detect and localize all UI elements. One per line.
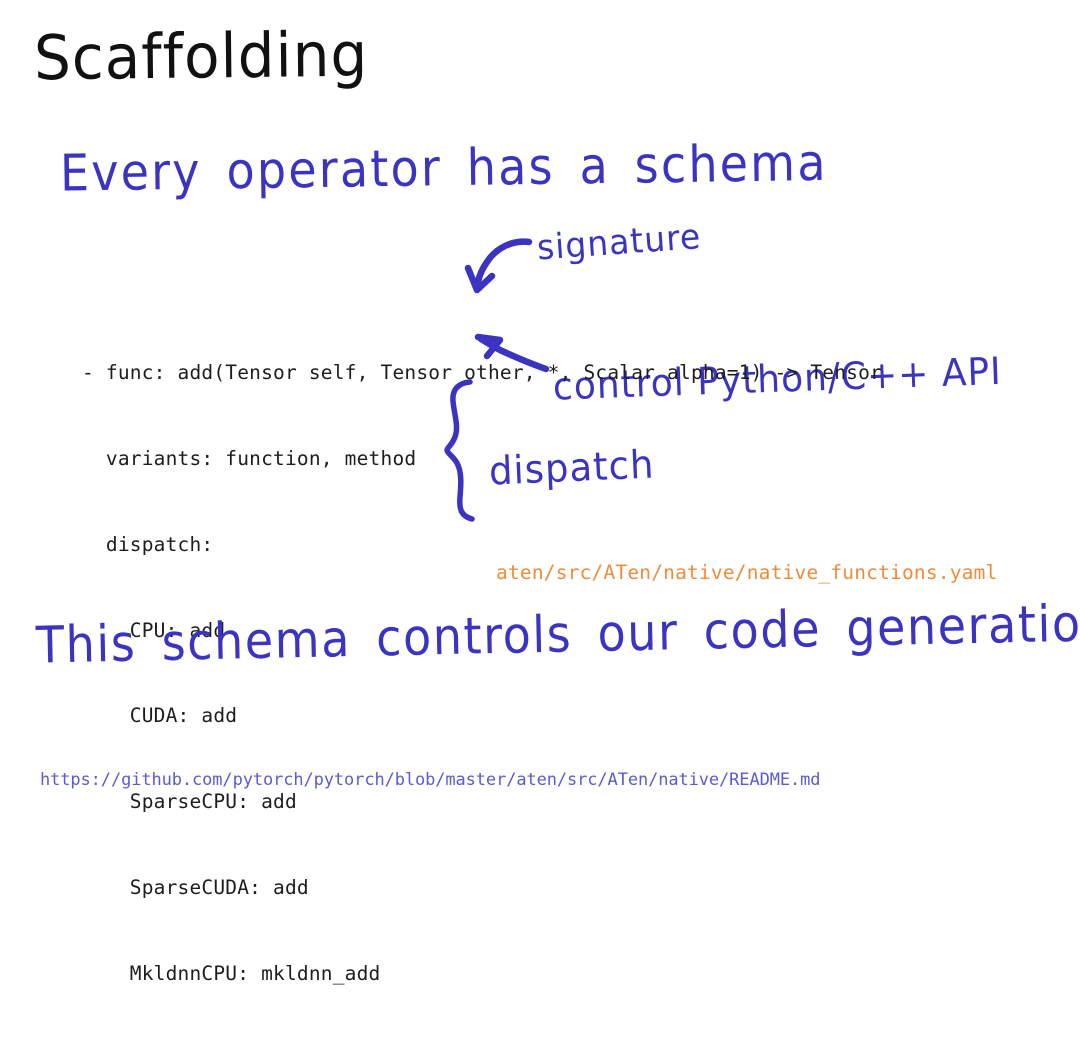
code-line: SparseCPU: add xyxy=(82,790,297,814)
code-line: variants: function, method xyxy=(82,446,417,470)
code-block: - func: add(Tensor self, Tensor other, *… xyxy=(82,302,882,1045)
code-line: - func: add(Tensor self, Tensor other, *… xyxy=(82,361,882,385)
annotation-label-signature: signature xyxy=(535,215,703,268)
file-path-caption: aten/src/ATen/native/native_functions.ya… xyxy=(496,561,998,584)
code-line: dispatch: xyxy=(82,532,214,556)
headline-text: Every operator has a schema xyxy=(59,132,828,203)
footer-url-link[interactable]: https://github.com/pytorch/pytorch/blob/… xyxy=(40,770,820,790)
slide-canvas: Scaffolding Every operator has a schema … xyxy=(0,0,1080,985)
page-title: Scaffolding xyxy=(33,18,369,95)
signature-arrow-icon xyxy=(464,238,533,294)
code-line: MkldnnCPU: mkldnn_add xyxy=(82,961,381,985)
code-line: SparseCUDA: add xyxy=(82,875,309,899)
code-line: CUDA: add xyxy=(82,704,238,728)
